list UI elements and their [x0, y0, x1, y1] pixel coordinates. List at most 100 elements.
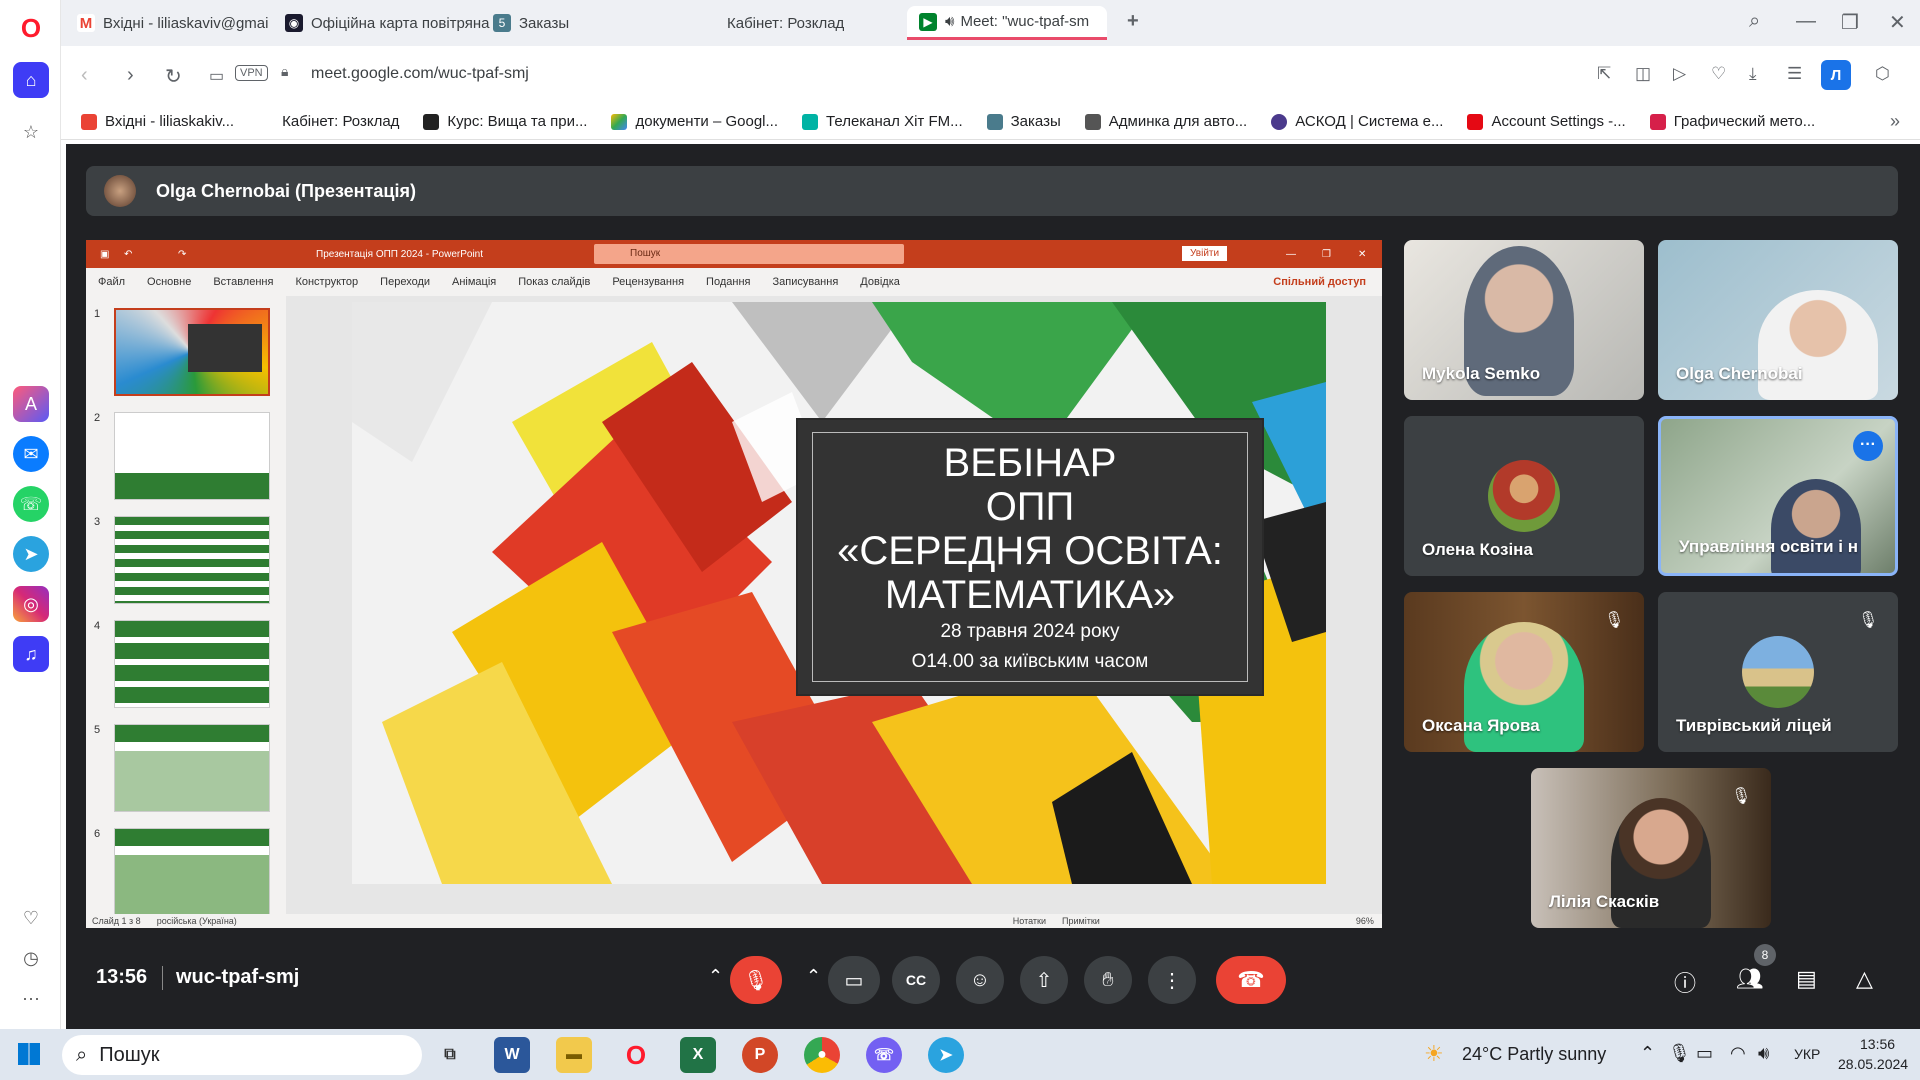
excel-icon[interactable]: X [680, 1037, 716, 1073]
opera-logo-icon[interactable]: O [13, 10, 49, 46]
telegram-icon[interactable]: ➤ [928, 1037, 964, 1073]
bookmark-item[interactable]: АСКОД | Система е... [1271, 113, 1443, 130]
pinboard-icon[interactable]: ☆ [13, 114, 49, 150]
bookmark-item[interactable]: Заказы [986, 113, 1061, 130]
close-icon[interactable]: ✕ [1889, 10, 1906, 35]
profile-avatar[interactable]: Л [1821, 60, 1851, 90]
minimize-icon[interactable]: — [1796, 10, 1816, 33]
camera-icon[interactable]: ▭ [209, 66, 224, 86]
aria-icon[interactable]: A [13, 386, 49, 422]
extensions-icon[interactable]: ⬡ [1875, 64, 1890, 84]
chat-icon[interactable]: ▤ [1796, 966, 1817, 992]
download-icon[interactable]: ⤓ [1749, 64, 1757, 84]
audio-options-icon[interactable]: ⌃ [708, 966, 723, 987]
whatsapp-icon[interactable]: ☏ [13, 486, 49, 522]
more-options-button[interactable]: ⋮ [1148, 956, 1196, 1004]
home-icon[interactable]: ⌂ [13, 62, 49, 98]
url-text[interactable]: meet.google.com/wuc-tpaf-smj [311, 65, 529, 83]
clock-time[interactable]: 13:56 [1860, 1036, 1895, 1052]
tab-air-map[interactable]: ◉ Офіційна карта повітряна [273, 6, 497, 40]
activities-icon[interactable]: △ [1856, 966, 1873, 992]
info-icon[interactable]: ⓘ [1674, 966, 1696, 998]
slide-title-line: ОПП [985, 485, 1075, 529]
language-indicator[interactable]: УКР [1794, 1046, 1820, 1062]
chrome-icon[interactable]: ● [804, 1037, 840, 1073]
video-options-icon[interactable]: ⌃ [806, 966, 821, 987]
forward-icon[interactable]: › [127, 64, 134, 87]
send-icon[interactable]: ▷ [1673, 64, 1686, 84]
people-icon[interactable]: 👥︎ [1736, 966, 1764, 992]
wifi-icon[interactable]: ◠ [1730, 1043, 1746, 1064]
reload-icon[interactable]: ↻ [165, 64, 182, 89]
ribbon-tab: Довідка [860, 276, 900, 288]
weather-text[interactable]: 24°C Partly sunny [1462, 1044, 1606, 1065]
telegram-icon[interactable]: ➤ [13, 536, 49, 572]
emoji-button[interactable]: ☺ [956, 956, 1004, 1004]
powerpoint-icon[interactable]: P [742, 1037, 778, 1073]
tab-meet[interactable]: ▶ 🔊︎ Meet: "wuc-tpaf-sm [907, 6, 1107, 40]
back-icon[interactable]: ‹ [81, 64, 88, 87]
signin-button[interactable]: Увійти [1182, 246, 1228, 261]
leave-call-button[interactable]: ☎︎ [1216, 956, 1286, 1004]
mic-toggle-button[interactable]: 🎙︎ [730, 956, 782, 1004]
heart-icon[interactable]: ♡ [13, 900, 49, 936]
participant-tile[interactable]: Mykola Semko [1404, 240, 1644, 400]
present-button[interactable]: ⇧ [1020, 956, 1068, 1004]
bookmark-item[interactable]: Кабінет: Розклад [258, 113, 399, 130]
clock-date[interactable]: 28.05.2024 [1838, 1056, 1908, 1072]
heart-icon[interactable]: ♡ [1711, 64, 1726, 84]
ribbon-tab: Конструктор [295, 276, 359, 288]
slide-counter: Слайд 1 з 8 [92, 916, 141, 926]
bookmark-item[interactable]: Вхідні - liliaskakiv... [81, 113, 234, 130]
taskbar-search[interactable]: ⌕ Пошук [62, 1035, 422, 1075]
participant-tile[interactable]: Олена Козіна [1404, 416, 1644, 576]
participant-tile[interactable]: 🎙︎ Лілія Скасків [1531, 768, 1771, 928]
windows-start-icon[interactable] [18, 1043, 40, 1065]
share-icon[interactable]: ⇱ [1597, 64, 1611, 84]
participant-tile[interactable]: 🎙︎ Тиврівський ліцей [1658, 592, 1898, 752]
vpn-badge[interactable]: VPN [235, 65, 268, 81]
meeting-time: 13:56 [96, 966, 148, 988]
camera-toggle-button[interactable]: ▭ [828, 956, 880, 1004]
bookmark-item[interactable]: Account Settings -... [1467, 113, 1626, 130]
easy-setup-icon[interactable]: ☰ [1787, 64, 1802, 84]
microphone-icon[interactable]: 🎙︎ [1668, 1043, 1691, 1064]
bookmark-item[interactable]: Админка для авто... [1084, 113, 1247, 130]
task-view-icon[interactable]: ⧉ [432, 1037, 468, 1073]
raise-hand-button[interactable]: ✋︎ [1084, 956, 1132, 1004]
participant-tile[interactable]: Olga Chernobai [1658, 240, 1898, 400]
slide-title-box: ВЕБІНАР ОПП «СЕРЕДНЯ ОСВІТА: МАТЕМАТИКА»… [796, 418, 1264, 696]
more-icon[interactable]: ··· [13, 980, 49, 1016]
more-options-icon[interactable]: ··· [1853, 431, 1883, 461]
tab-orders[interactable]: 5 Заказы [481, 6, 685, 40]
google-drive-icon [611, 113, 628, 130]
opera-icon[interactable]: O [618, 1037, 654, 1073]
captions-button[interactable]: CC [892, 956, 940, 1004]
people-count-badge: 8 [1754, 944, 1776, 966]
battery-icon[interactable]: ▭ [1696, 1043, 1713, 1064]
bookmark-item[interactable]: Телеканал Хіт FM... [802, 113, 963, 130]
bookmark-item[interactable]: Курс: Вища та при... [423, 113, 587, 130]
file-explorer-icon[interactable]: ▬ [556, 1037, 592, 1073]
viber-icon[interactable]: ☏ [866, 1037, 902, 1073]
participant-tile[interactable]: ··· Управління освіти і н [1658, 416, 1898, 576]
word-icon[interactable]: W [494, 1037, 530, 1073]
more-bookmarks-icon[interactable]: » [1890, 111, 1900, 132]
messenger-icon[interactable]: ✉ [13, 436, 49, 472]
snapshot-icon[interactable]: ◫ [1635, 64, 1651, 84]
search-tabs-icon[interactable]: ⌕ [1749, 10, 1760, 33]
bookmark-item[interactable]: документи – Googl... [611, 113, 778, 130]
volume-icon[interactable]: 🔊︎ [1758, 1043, 1769, 1064]
tab-cabinet[interactable]: Кабінет: Розклад [689, 6, 893, 40]
maximize-icon[interactable]: ❐ [1841, 10, 1859, 35]
instagram-icon[interactable]: ◎ [13, 586, 49, 622]
bookmark-item[interactable]: Графический мето... [1649, 113, 1815, 130]
participant-tile[interactable]: 🎙︎ Оксана Ярова [1404, 592, 1644, 752]
ppt-search[interactable]: Пошук [594, 244, 904, 264]
bookmarks-bar: Вхідні - liliaskakiv... Кабінет: Розклад… [61, 104, 1920, 140]
history-icon[interactable]: ◷ [13, 940, 49, 976]
new-tab-icon[interactable]: + [1127, 10, 1139, 33]
music-player-icon[interactable]: ♫ [13, 636, 49, 672]
tray-arrow-icon[interactable]: ⌃ [1640, 1043, 1655, 1064]
tab-gmail[interactable]: M Вхідні - liliaskaviv@gmai [65, 6, 269, 40]
